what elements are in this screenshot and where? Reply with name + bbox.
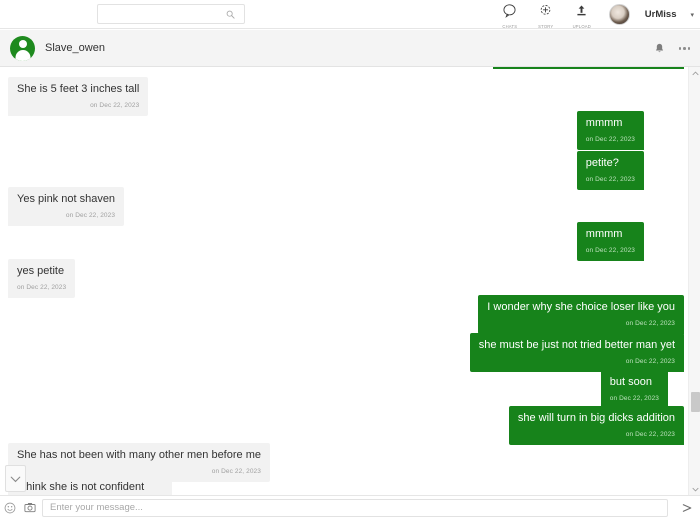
message-text: but soon: [610, 376, 652, 388]
message-timestamp: on Dec 22, 2023: [586, 173, 635, 186]
message-row: mmmm on Dec 22, 2023: [577, 222, 644, 261]
message-row: she will turn in big dicks addition on D…: [509, 406, 684, 445]
search-box[interactable]: [97, 4, 245, 24]
message-row: but soon on Dec 22, 2023: [601, 370, 668, 409]
top-navigation-bar: CHATS STORY UPLOAD Ur: [0, 0, 700, 29]
account-username[interactable]: UrMiss: [645, 9, 677, 20]
message-bubble-outgoing[interactable]: I wonder why she choice loser like you o…: [478, 295, 684, 334]
message-text: she will turn in big dicks addition: [518, 412, 675, 424]
scrollbar-down-arrow-icon[interactable]: [689, 483, 700, 495]
message-bubble-incoming[interactable]: She is 5 feet 3 inches tall on Dec 22, 2…: [8, 77, 148, 116]
upload-icon: [574, 3, 589, 23]
message-text: she must be just not tried better man ye…: [479, 339, 675, 351]
message-timestamp: on Dec 22, 2023: [586, 244, 635, 257]
scroll-to-bottom-button[interactable]: [5, 465, 26, 492]
message-bubble-outgoing[interactable]: she will turn in big dicks addition on D…: [509, 406, 684, 445]
message-timestamp: on Dec 22, 2023: [518, 428, 675, 441]
nav-chats-label: CHATS: [502, 24, 517, 29]
message-text: She is 5 feet 3 inches tall: [17, 83, 139, 95]
message-bubble-incoming[interactable]: Yes pink not shaven on Dec 22, 2023: [8, 187, 124, 226]
message-text: yes petite: [17, 265, 64, 277]
message-timestamp: on Dec 22, 2023: [17, 281, 66, 294]
message-row: I wonder why she choice loser like you o…: [478, 295, 684, 334]
partial-message-bottom[interactable]: I think she is not confident: [8, 481, 172, 495]
message-text: petite?: [586, 157, 619, 169]
message-bubble-incoming[interactable]: She has not been with many other men bef…: [8, 443, 270, 482]
peer-avatar[interactable]: [10, 36, 35, 61]
message-text: mmmm: [586, 117, 623, 129]
message-text: I wonder why she choice loser like you: [487, 301, 675, 313]
chat-icon: [502, 3, 517, 23]
search-input[interactable]: [98, 5, 222, 23]
message-bubble-outgoing[interactable]: but soon on Dec 22, 2023: [601, 370, 668, 409]
message-row: yes petite on Dec 22, 2023: [8, 259, 75, 298]
message-row: Yes pink not shaven on Dec 22, 2023: [8, 187, 124, 226]
message-timestamp: on Dec 22, 2023: [17, 99, 139, 112]
message-timestamp: on Dec 22, 2023: [586, 133, 635, 146]
message-timestamp: on Dec 22, 2023: [479, 355, 675, 368]
story-icon: [538, 3, 553, 23]
message-bubble-outgoing[interactable]: mmmm on Dec 22, 2023: [577, 222, 644, 261]
chevron-down-icon[interactable]: ▾: [690, 11, 694, 19]
message-bubble-incoming[interactable]: yes petite on Dec 22, 2023: [8, 259, 75, 298]
message-bubble-outgoing[interactable]: she must be just not tried better man ye…: [470, 333, 684, 372]
scrollbar-thumb[interactable]: [691, 392, 700, 412]
message-composer: [0, 495, 700, 519]
message-timestamp: on Dec 22, 2023: [17, 465, 261, 478]
nav-upload-label: UPLOAD: [573, 24, 591, 29]
avatar[interactable]: [609, 4, 630, 25]
emoji-icon[interactable]: [0, 502, 20, 514]
nav-story-button[interactable]: STORY: [533, 1, 559, 29]
message-bubble-outgoing[interactable]: petite? on Dec 22, 2023: [577, 151, 644, 190]
message-row: petite? on Dec 22, 2023: [577, 151, 644, 190]
nav-actions-group: CHATS STORY UPLOAD Ur: [497, 0, 694, 29]
conversation-header-actions: [654, 30, 691, 67]
message-text: She has not been with many other men bef…: [17, 449, 261, 461]
nav-chats-button[interactable]: CHATS: [497, 1, 523, 29]
message-bubble-outgoing[interactable]: mmmm on Dec 22, 2023: [577, 111, 644, 150]
message-row: She is 5 feet 3 inches tall on Dec 22, 2…: [8, 77, 148, 116]
more-options-icon[interactable]: [679, 47, 691, 50]
partial-message-top: [493, 67, 684, 69]
message-timestamp: on Dec 22, 2023: [610, 392, 659, 405]
message-text: Yes pink not shaven: [17, 193, 115, 205]
message-list-scrollbar[interactable]: [688, 67, 700, 495]
peer-name: Slave_owen: [45, 42, 105, 54]
message-input[interactable]: [42, 499, 668, 517]
chevron-down-icon: [10, 470, 21, 488]
message-text: mmmm: [586, 228, 623, 240]
bell-icon[interactable]: [654, 43, 665, 55]
search-icon: [222, 10, 238, 19]
message-list: She is 5 feet 3 inches tall on Dec 22, 2…: [0, 67, 700, 495]
message-row: mmmm on Dec 22, 2023: [577, 111, 644, 150]
message-timestamp: on Dec 22, 2023: [17, 209, 115, 222]
scrollbar-up-arrow-icon[interactable]: [689, 67, 700, 79]
message-row: She has not been with many other men bef…: [8, 443, 270, 482]
send-button[interactable]: [674, 496, 700, 520]
camera-icon[interactable]: [20, 502, 40, 513]
message-row: she must be just not tried better man ye…: [470, 333, 684, 372]
message-timestamp: on Dec 22, 2023: [487, 317, 675, 330]
nav-upload-button[interactable]: UPLOAD: [569, 1, 595, 29]
nav-story-label: STORY: [538, 24, 553, 29]
conversation-header: Slave_owen: [0, 30, 700, 67]
